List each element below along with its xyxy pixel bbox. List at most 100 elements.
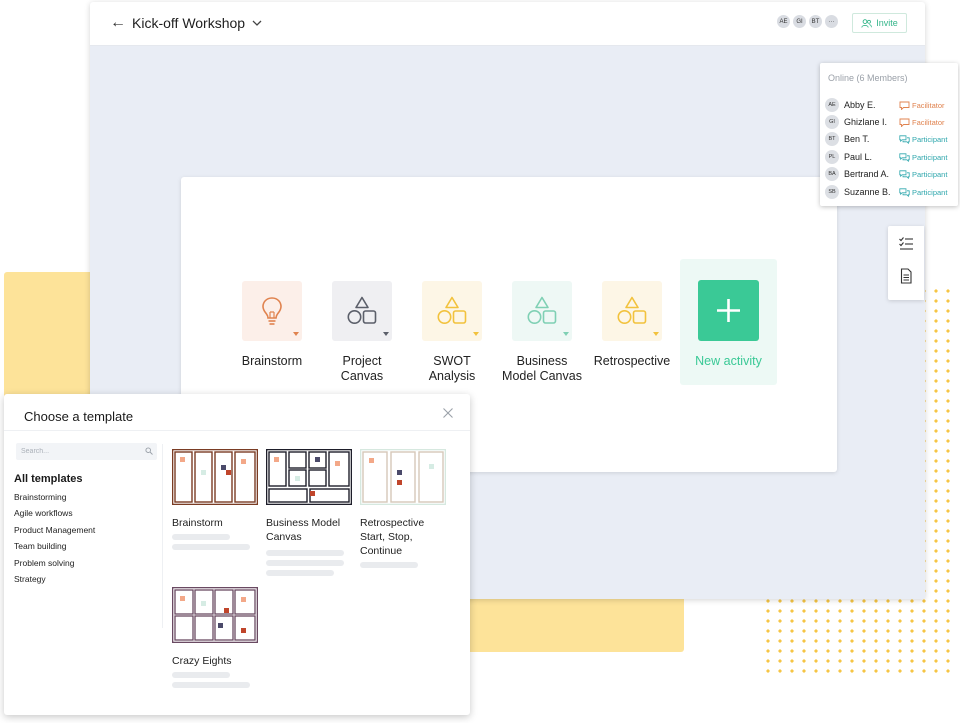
member-role: Facilitator	[899, 115, 945, 129]
activity-label: Project Canvas	[340, 354, 384, 383]
activity-business-model-canvas[interactable]: Business Model Canvas	[502, 281, 582, 384]
category-all-templates[interactable]: All templates	[14, 473, 82, 485]
member-role-label: Participant	[912, 187, 948, 197]
shapes-icon	[617, 296, 647, 324]
template-modal: Choose a template All templates Brainsto…	[4, 394, 470, 715]
conversation-icon	[899, 187, 910, 197]
activity-brainstorm[interactable]: Brainstorm	[232, 281, 312, 369]
activity-label: Business Model Canvas	[502, 354, 582, 383]
category-problem-solving[interactable]: Problem solving	[14, 558, 74, 568]
activity-tile	[242, 281, 302, 341]
board-topbar: ← Kick-off Workshop AE GI BT ··· Invite	[90, 2, 925, 46]
chat-bubble-icon	[899, 118, 910, 127]
conversation-icon	[899, 134, 910, 144]
activity-project-canvas[interactable]: Project Canvas	[322, 281, 402, 384]
template-description-placeholder	[172, 534, 230, 540]
member-role-label: Facilitator	[912, 117, 945, 127]
template-thumbnail	[265, 448, 353, 506]
member-row[interactable]: BA Bertrand A. Participant	[825, 167, 955, 181]
online-members-panel: Online (6 Members) AE Abby E. Facilitator G…	[820, 63, 958, 206]
close-icon[interactable]	[442, 407, 454, 419]
template-search-input[interactable]	[16, 443, 157, 460]
side-tool-panel	[888, 226, 924, 300]
category-brainstorming[interactable]: Brainstorming	[14, 492, 66, 502]
chat-bubble-icon	[899, 101, 910, 110]
category-team-building[interactable]: Team building	[14, 541, 66, 551]
chevron-down-icon[interactable]	[250, 16, 264, 30]
conversation-icon	[899, 152, 910, 162]
modal-title: Choose a template	[24, 409, 134, 424]
avatar: SB	[825, 185, 839, 199]
activity-retrospective[interactable]: Retrospective	[592, 281, 672, 369]
template-description-placeholder	[172, 682, 250, 688]
member-name: Bertrand A.	[844, 169, 890, 179]
template-card-business-model-canvas[interactable]: Business Model Canvas	[265, 448, 353, 576]
document-icon[interactable]	[898, 268, 914, 284]
users-icon	[861, 18, 873, 28]
template-thumbnail	[359, 448, 447, 506]
member-role: Facilitator	[899, 98, 945, 112]
avatar: BA	[825, 167, 839, 181]
arrow-left-icon[interactable]: ←	[110, 14, 126, 32]
member-name: Paul L.	[844, 152, 873, 162]
member-name: Abby E.	[844, 100, 876, 110]
activity-swot-analysis[interactable]: SWOT Analysis	[412, 281, 492, 384]
activity-label: Retrospective	[593, 354, 671, 368]
template-description-placeholder	[172, 544, 250, 550]
template-name: Retrospective Start, Stop, Continue	[360, 517, 425, 557]
category-product-management[interactable]: Product Management	[14, 525, 95, 535]
member-row[interactable]: SB Suzanne B. Participant	[825, 185, 955, 199]
decorative-yellow-block	[4, 272, 94, 402]
member-role: Participant	[899, 185, 947, 199]
modal-divider	[4, 430, 470, 431]
category-agile-workflows[interactable]: Agile workflows	[14, 508, 73, 518]
avatar[interactable]: BT	[808, 14, 823, 29]
activity-tile	[422, 281, 482, 341]
invite-label: Invite	[876, 18, 898, 28]
sidebar-divider	[162, 444, 163, 628]
new-activity-tile	[698, 280, 759, 341]
online-avatars[interactable]: AE GI BT ···	[776, 14, 839, 29]
template-description-placeholder	[360, 562, 418, 568]
shapes-icon	[437, 296, 467, 324]
avatar[interactable]: GI	[792, 14, 807, 29]
activity-tile	[512, 281, 572, 341]
new-activity-button[interactable]: New activity	[680, 259, 777, 385]
caret-down-icon	[383, 332, 389, 336]
template-description-placeholder	[172, 672, 230, 678]
avatar: GI	[825, 115, 839, 129]
member-row[interactable]: GI Ghizlane I. Facilitator	[825, 115, 955, 129]
members-panel-title: Online (6 Members)	[828, 73, 908, 83]
decorative-yellow-block-bottom	[440, 596, 684, 652]
member-row[interactable]: PL Paul L. Participant	[825, 150, 955, 164]
more-members-avatar[interactable]: ···	[824, 14, 839, 29]
member-name: Ghizlane I.	[844, 117, 888, 127]
template-name: Brainstorm	[172, 517, 223, 529]
search-icon[interactable]	[145, 447, 153, 455]
member-role-label: Facilitator	[912, 100, 945, 110]
activity-tile	[332, 281, 392, 341]
member-row[interactable]: BT Ben T. Participant	[825, 132, 955, 146]
checklist-icon[interactable]	[898, 236, 914, 252]
member-row[interactable]: AE Abby E. Facilitator	[825, 98, 955, 112]
avatar[interactable]: AE	[776, 14, 791, 29]
invite-button[interactable]: Invite	[852, 13, 907, 33]
page: ← Kick-off Workshop AE GI BT ··· Invite	[0, 0, 960, 723]
activity-label: SWOT Analysis	[428, 354, 476, 383]
caret-down-icon	[473, 332, 479, 336]
member-role: Participant	[899, 150, 947, 164]
caret-down-icon	[653, 332, 659, 336]
new-activity-label: New activity	[695, 354, 762, 368]
template-card-retrospective[interactable]: Retrospective Start, Stop, Continue	[359, 448, 447, 568]
category-strategy[interactable]: Strategy	[14, 574, 46, 584]
plus-icon	[717, 299, 740, 322]
template-card-crazy-eights[interactable]: Crazy Eights	[171, 586, 259, 688]
avatar: AE	[825, 98, 839, 112]
conversation-icon	[899, 169, 910, 179]
template-card-brainstorm[interactable]: Brainstorm	[171, 448, 259, 550]
avatar: PL	[825, 150, 839, 164]
shapes-icon	[347, 296, 377, 324]
member-role: Participant	[899, 167, 947, 181]
board-title[interactable]: Kick-off Workshop	[132, 15, 245, 31]
activity-label: Brainstorm	[241, 354, 303, 368]
